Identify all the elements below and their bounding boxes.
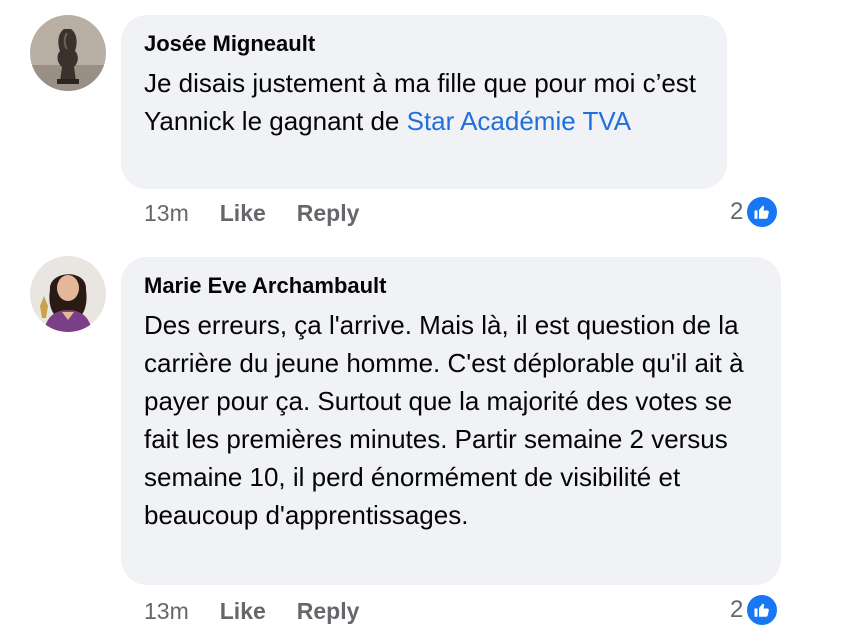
avatar[interactable] — [30, 256, 106, 332]
comment-timestamp[interactable]: 13m — [144, 598, 189, 625]
like-button[interactable]: Like — [220, 598, 266, 625]
comment-author[interactable]: Marie Eve Archambault — [144, 273, 757, 299]
reply-button[interactable]: Reply — [297, 200, 360, 227]
reaction-count: 2 — [730, 596, 744, 623]
avatar[interactable] — [30, 15, 106, 91]
reaction-summary[interactable]: 2 — [730, 195, 780, 229]
comment-text: Je disais justement à ma fille que pour … — [144, 64, 703, 140]
comment-text: Des erreurs, ça l'arrive. Mais là, il es… — [144, 310, 744, 530]
comment-bubble: Josée Migneault Je disais justement à ma… — [121, 15, 727, 189]
comment-author[interactable]: Josée Migneault — [144, 31, 703, 57]
profile-photo-avatar-image — [30, 256, 106, 332]
comment-actions: 13m Like Reply — [144, 596, 390, 626]
reaction-summary[interactable]: 2 — [730, 593, 780, 627]
like-button[interactable]: Like — [220, 200, 266, 227]
reply-button[interactable]: Reply — [297, 598, 360, 625]
comment-bubble: Marie Eve Archambault Des erreurs, ça l'… — [121, 257, 781, 585]
thumbs-up-icon — [745, 195, 780, 229]
comment-actions: 13m Like Reply — [144, 198, 390, 228]
thumbs-up-icon — [745, 593, 780, 627]
page-tag-link[interactable]: Star Académie TVA — [407, 106, 631, 136]
reaction-count: 2 — [730, 198, 744, 225]
sculpture-avatar-image — [30, 15, 106, 91]
comment-timestamp[interactable]: 13m — [144, 200, 189, 227]
